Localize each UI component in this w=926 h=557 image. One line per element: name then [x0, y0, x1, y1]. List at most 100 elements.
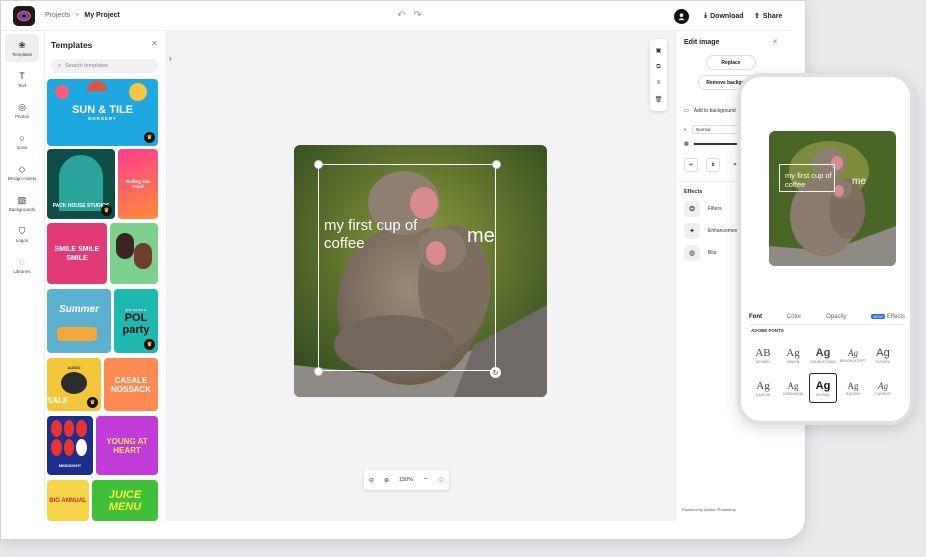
- template-card[interactable]: SMILE SMILE SMILE: [47, 223, 107, 284]
- tool-templates[interactable]: ❀ Templates: [5, 34, 39, 62]
- template-card[interactable]: PACK HOUSE STUDIOS ♛: [47, 149, 115, 219]
- chevron-up-icon[interactable]: ⌃: [423, 477, 428, 484]
- font-option[interactable]: Ag GARAMOND: [779, 373, 807, 403]
- font-option[interactable]: Ag FUTURA: [869, 340, 897, 370]
- effect-filters[interactable]: ❂ Filters: [684, 201, 722, 217]
- canvas-caption-side[interactable]: me: [467, 225, 495, 248]
- template-subtitle: AUDIO: [67, 364, 81, 370]
- close-icon[interactable]: ✕: [772, 38, 778, 46]
- template-card[interactable]: [110, 223, 158, 284]
- phone-caption-main[interactable]: my first cup of coffee: [785, 171, 835, 189]
- template-card[interactable]: CASALE NOSSACK: [104, 358, 158, 411]
- share-label: Share: [762, 12, 783, 20]
- template-card[interactable]: SUN & TILE NURSERY ♛: [47, 79, 158, 146]
- zoom-out-icon[interactable]: ⊖: [369, 477, 374, 484]
- resize-handle[interactable]: [492, 160, 501, 169]
- font-glyph: Ag: [876, 346, 890, 359]
- phone-tab-bar: Font Color Opacity NEW Effects: [749, 314, 905, 325]
- font-option[interactable]: Ag BRUSH SCRIPT: [839, 340, 867, 370]
- font-glyph: Ag: [848, 347, 858, 358]
- arrange-icon[interactable]: ≡: [657, 80, 661, 86]
- image-icon[interactable]: ▣: [656, 47, 662, 54]
- zoom-in-icon[interactable]: ⊕: [384, 477, 389, 484]
- breadcrumb: Projects > My Project: [45, 12, 120, 19]
- flip-vertical-icon[interactable]: ⧗: [706, 158, 720, 172]
- font-name: CASLON: [755, 392, 771, 397]
- redo-icon[interactable]: ↷: [413, 10, 421, 21]
- font-option[interactable]: Ag MINION: [779, 340, 807, 370]
- tab-opacity[interactable]: Opacity: [826, 314, 846, 320]
- tool-design-assets[interactable]: ◇ Design Assets: [5, 158, 39, 186]
- effect-enhancements[interactable]: ✦ Enhancements: [684, 223, 741, 239]
- search-input[interactable]: ⌕ Search templates: [51, 59, 158, 73]
- template-card[interactable]: JUICE MENU: [92, 480, 158, 521]
- chevron-right-icon[interactable]: ›: [169, 54, 172, 63]
- tool-text[interactable]: T Text: [5, 65, 39, 93]
- photos-icon: ◎: [18, 101, 26, 112]
- tab-effects-label: Effects: [886, 314, 905, 320]
- trash-icon[interactable]: 🗑: [655, 96, 663, 103]
- flip-horizontal-icon[interactable]: ⇹: [684, 158, 698, 172]
- effect-blur[interactable]: ◍ Blur: [684, 245, 717, 261]
- tool-icons[interactable]: ○ Icons: [5, 127, 39, 155]
- tool-libraries[interactable]: ◌ Libraries: [5, 251, 39, 279]
- font-glyph: Ag: [786, 346, 800, 359]
- template-card[interactable]: join us for a POL party ♛: [114, 289, 158, 353]
- font-name: MYRIAD: [816, 392, 830, 397]
- font-option[interactable]: Ag CASLON: [749, 373, 777, 403]
- template-card[interactable]: YOUNG AT HEART: [96, 416, 158, 475]
- font-option[interactable]: Ag CURSIVE: [869, 373, 897, 403]
- template-card[interactable]: Rolling Out Food: [118, 149, 158, 219]
- replace-button[interactable]: Replace: [706, 55, 756, 70]
- dots-graphic: [51, 420, 87, 456]
- font-name: GARAMOND: [782, 391, 804, 396]
- font-name: CURSIVE: [875, 391, 891, 396]
- undo-icon[interactable]: ↶: [397, 10, 405, 21]
- backgrounds-icon: ▧: [17, 194, 27, 205]
- close-icon[interactable]: ✕: [151, 39, 158, 48]
- tool-logos[interactable]: ⛉ Logos: [5, 220, 39, 248]
- user-icon: [678, 13, 685, 21]
- download-label: Download: [710, 12, 744, 20]
- app-logo[interactable]: [13, 6, 35, 26]
- font-option-selected[interactable]: Ag MYRIAD: [809, 373, 837, 403]
- template-card[interactable]: BIG ANNUAL: [47, 480, 89, 521]
- history-controls: ↶ ↷: [397, 10, 422, 21]
- resize-handle[interactable]: [314, 367, 323, 376]
- font-option[interactable]: Ag SOURCE SANS: [809, 340, 837, 370]
- phone-caption-side[interactable]: me: [852, 176, 866, 187]
- font-glyph: Ag: [756, 379, 770, 392]
- template-title: CASALE NOSSACK: [110, 375, 151, 394]
- font-option[interactable]: Ag BODONI: [839, 373, 867, 403]
- tab-font[interactable]: Font: [749, 314, 762, 320]
- template-card[interactable]: AUDIO SALE ♛: [47, 358, 101, 411]
- font-option[interactable]: AB ACUMIN: [749, 340, 777, 370]
- powered-by-note: Powered by Adobe Photoshop: [682, 507, 736, 512]
- template-card[interactable]: Summer: [47, 289, 111, 353]
- tool-photos[interactable]: ◎ Photos: [5, 96, 39, 124]
- canvas-caption-main[interactable]: my first cup of coffee: [324, 217, 444, 253]
- tool-label: Logos: [15, 237, 29, 243]
- phone-monkey-photo[interactable]: [769, 131, 896, 266]
- tool-backgrounds[interactable]: ▧ Backgrounds: [5, 189, 39, 217]
- download-button[interactable]: ⤓ Download: [704, 12, 744, 20]
- add-to-background-row[interactable]: ▭ Add to background: [684, 108, 736, 114]
- portrait-graphic: [61, 371, 87, 394]
- layers-icon[interactable]: ⧉: [656, 64, 660, 71]
- tablet-frame: Projects > My Project ↶ ↷ ⤓ Download ⇪ S…: [0, 0, 806, 540]
- resize-handle[interactable]: [314, 160, 323, 169]
- zoom-value[interactable]: 150%: [399, 477, 413, 483]
- text-selection-box[interactable]: [318, 164, 496, 371]
- template-card[interactable]: MINDSIGHT: [47, 416, 93, 475]
- info-icon[interactable]: ⓘ: [438, 476, 444, 485]
- avatar[interactable]: [674, 9, 689, 24]
- download-icon: ⤓: [704, 12, 708, 19]
- rotate-handle-icon[interactable]: ↻: [490, 367, 501, 378]
- new-badge: NEW: [871, 314, 885, 319]
- breadcrumb-projects-link[interactable]: Projects: [45, 12, 70, 19]
- font-glyph: Ag: [878, 380, 888, 391]
- tab-color[interactable]: Color: [787, 314, 801, 320]
- font-name: MINION: [786, 359, 800, 364]
- share-button[interactable]: ⇪ Share: [754, 12, 783, 21]
- tab-effects[interactable]: NEW Effects: [871, 314, 905, 320]
